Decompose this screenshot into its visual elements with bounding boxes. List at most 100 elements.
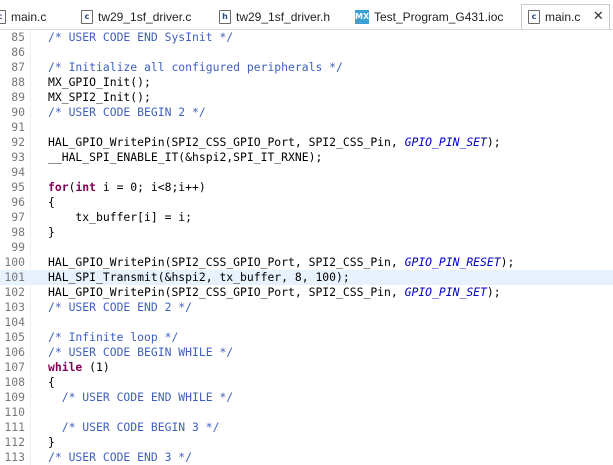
code-text: HAL_GPIO_WritePin(SPI2_CSS_GPIO_Port, SP… [48, 255, 514, 270]
code-token-plain: } [48, 225, 55, 239]
code-line[interactable]: 95 for(int i = 0; i<8;i++) [0, 180, 613, 195]
code-token-plain: ); [500, 255, 515, 269]
code-token-plain: i = 0; i<8;i++) [96, 180, 206, 194]
code-token-comment: /* USER CODE BEGIN 3 */ [48, 420, 220, 434]
code-editor[interactable]: 85 /* USER CODE END SysInit */ 86 87 /* Init… [0, 30, 613, 465]
line-number: 90 [11, 105, 25, 119]
code-text: for(int i = 0; i<8;i++) [48, 180, 206, 195]
code-line[interactable]: 108 { [0, 375, 613, 390]
code-text: HAL_SPI_Transmit(&hspi2, tx_buffer, 8, 1… [48, 270, 350, 285]
code-line[interactable]: 103 /* USER CODE END 2 */ [0, 300, 613, 315]
line-number: 98 [11, 225, 25, 239]
code-token-comment: /* USER CODE END 3 */ [48, 450, 193, 464]
tab-label: main.c [545, 10, 581, 24]
code-line[interactable]: 87 /* Initialize all configured periphera… [0, 60, 613, 75]
editor-tab-bar: c main.c c tw29_1sf_driver.c h tw29_1sf_… [0, 0, 613, 30]
line-number: 107 [4, 360, 25, 374]
code-line[interactable]: 90 /* USER CODE BEGIN 2 */ [0, 105, 613, 120]
code-text: while (1) [48, 360, 110, 375]
code-line[interactable]: 105 /* Infinite loop */ [0, 330, 613, 345]
code-token-macro: GPIO_PIN_SET [404, 135, 487, 149]
line-number: 109 [4, 390, 25, 404]
code-token-plain: HAL_GPIO_WritePin(SPI2_CSS_GPIO_Port, SP… [48, 255, 405, 269]
code-token-plain: } [48, 435, 55, 449]
code-line[interactable]: 111 /* USER CODE BEGIN 3 */ [0, 420, 613, 435]
tab-main-c-active[interactable]: c main.c ✕ [521, 4, 611, 29]
tab-label: tw29_1sf_driver.c [98, 9, 192, 24]
line-number: 112 [4, 435, 25, 449]
line-number: 111 [4, 420, 25, 434]
code-token-comment: /* USER CODE BEGIN WHILE */ [48, 345, 234, 359]
line-number: 103 [4, 300, 25, 314]
line-number: 91 [11, 120, 25, 134]
line-number: 85 [11, 30, 25, 44]
line-number: 99 [11, 240, 25, 254]
line-number: 96 [11, 195, 25, 209]
code-line[interactable]: 109 /* USER CODE END WHILE */ [0, 390, 613, 405]
code-text: __HAL_SPI_ENABLE_IT(&hspi2,SPI_IT_RXNE); [48, 150, 322, 165]
code-text: HAL_GPIO_WritePin(SPI2_CSS_GPIO_Port, SP… [48, 135, 501, 150]
code-line[interactable]: 107 while (1) [0, 360, 613, 375]
code-token-plain: MX_GPIO_Init(); [48, 75, 151, 89]
line-number: 106 [4, 345, 25, 359]
c-file-icon: c [81, 9, 93, 24]
code-text: /* USER CODE BEGIN WHILE */ [48, 345, 233, 360]
h-file-icon: h [219, 9, 231, 24]
code-line[interactable]: 97 tx_buffer[i] = i; [0, 210, 613, 225]
code-token-keyword: while [48, 360, 83, 374]
code-token-comment: /* Initialize all configured peripherals… [48, 60, 343, 74]
code-line[interactable]: 98} [0, 225, 613, 240]
line-number: 89 [11, 90, 25, 104]
close-icon[interactable]: ✕ [591, 10, 605, 24]
code-token-keyword: int [75, 180, 97, 194]
code-text: /* Initialize all configured peripherals… [48, 60, 343, 75]
c-file-icon: c [528, 10, 540, 24]
code-line-current[interactable]: 101 HAL_SPI_Transmit(&hspi2, tx_buffer, 8… [0, 270, 613, 285]
line-number: 105 [4, 330, 25, 344]
line-number: 88 [11, 75, 25, 89]
code-line[interactable]: 92 HAL_GPIO_WritePin(SPI2_CSS_GPIO_Port, … [0, 135, 613, 150]
code-line[interactable]: 106 /* USER CODE BEGIN WHILE */ [0, 345, 613, 360]
tab-main-c[interactable]: c main.c [0, 5, 46, 28]
code-line[interactable]: 110 [0, 405, 613, 420]
code-token-plain: HAL_GPIO_WritePin(SPI2_CSS_GPIO_Port, SP… [48, 135, 405, 149]
code-text: tx_buffer[i] = i; [48, 210, 192, 225]
tab-tw29-driver-c[interactable]: c tw29_1sf_driver.c [81, 5, 191, 28]
code-line[interactable]: 113 /* USER CODE END 3 */ [0, 450, 613, 465]
code-text: MX_GPIO_Init(); [48, 75, 151, 90]
code-token-plain: ); [486, 285, 501, 299]
line-number: 86 [11, 45, 25, 59]
code-line[interactable]: 91 [0, 120, 613, 135]
code-line[interactable]: 89 MX_SPI2_Init(); [0, 90, 613, 105]
code-token-comment: /* USER CODE BEGIN 2 */ [48, 105, 206, 119]
line-number: 102 [4, 285, 25, 299]
code-line[interactable]: 104 [0, 315, 613, 330]
code-line[interactable]: 88 MX_GPIO_Init(); [0, 75, 613, 90]
code-text: MX_SPI2_Init(); [48, 90, 151, 105]
code-token-macro: GPIO_PIN_SET [404, 285, 487, 299]
code-line[interactable]: 102 HAL_GPIO_WritePin(SPI2_CSS_GPIO_Port,… [0, 285, 613, 300]
code-token-keyword: for [48, 180, 69, 194]
code-line[interactable]: 112} [0, 435, 613, 450]
line-number: 93 [11, 150, 25, 164]
code-line[interactable]: 94 [0, 165, 613, 180]
tab-test-program-ioc[interactable]: MX Test_Program_G431.ioc [355, 5, 503, 28]
code-token-plain: { [48, 195, 55, 209]
code-line[interactable]: 100 HAL_GPIO_WritePin(SPI2_CSS_GPIO_Port,… [0, 255, 613, 270]
code-text: /* USER CODE BEGIN 2 */ [48, 105, 206, 120]
tab-label: tw29_1sf_driver.h [236, 9, 331, 24]
code-text: /* Infinite loop */ [48, 330, 178, 345]
line-number: 110 [4, 405, 25, 419]
line-number: 108 [4, 375, 25, 389]
line-number: 100 [4, 255, 25, 269]
code-line[interactable]: 93 __HAL_SPI_ENABLE_IT(&hspi2,SPI_IT_RXNE… [0, 150, 613, 165]
code-line[interactable]: 86 [0, 45, 613, 60]
code-line[interactable]: 85 /* USER CODE END SysInit */ [0, 30, 613, 45]
line-number: 95 [11, 180, 25, 194]
code-text: /* USER CODE BEGIN 3 */ [48, 420, 220, 435]
tab-tw29-driver-h[interactable]: h tw29_1sf_driver.h [219, 5, 330, 28]
code-text: } [48, 225, 55, 240]
code-line[interactable]: 96 { [0, 195, 613, 210]
code-line[interactable]: 99 [0, 240, 613, 255]
line-number: 104 [4, 315, 25, 329]
